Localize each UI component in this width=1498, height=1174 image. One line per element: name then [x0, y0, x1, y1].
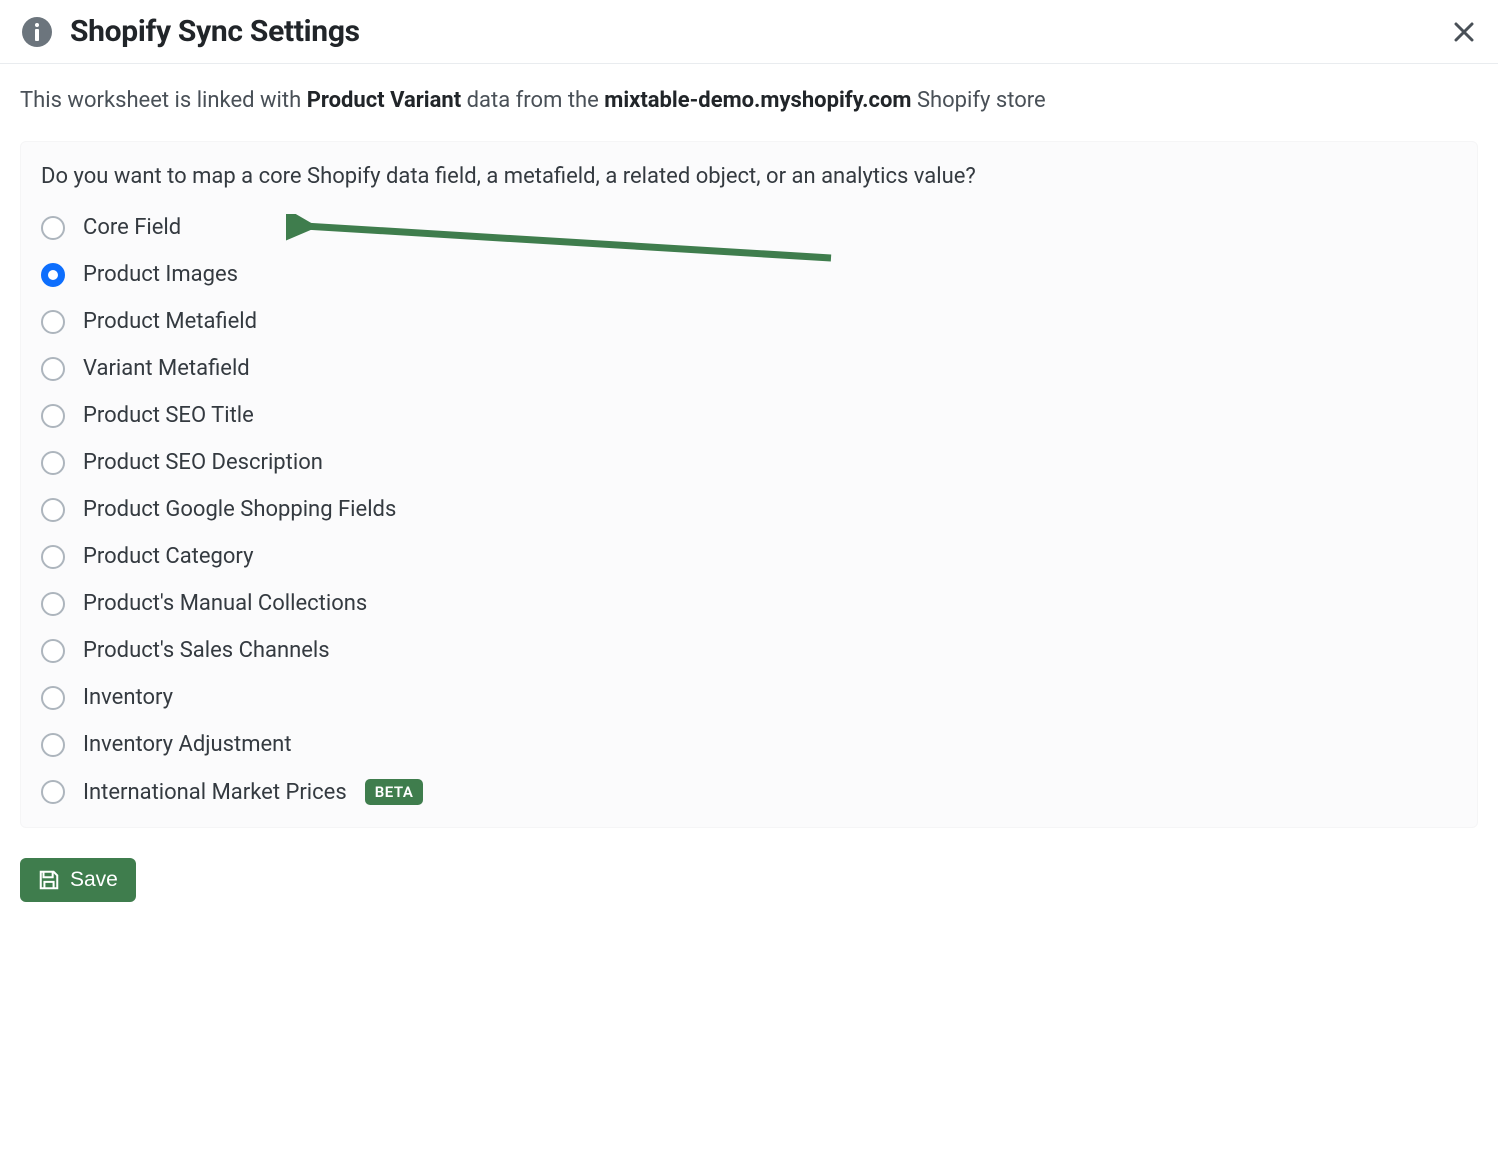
close-button[interactable]: [1450, 18, 1478, 49]
save-icon: [38, 869, 60, 891]
option-row[interactable]: Inventory: [41, 685, 1457, 710]
option-radio[interactable]: [41, 451, 65, 475]
option-label: Core Field: [83, 215, 181, 240]
options-panel: Do you want to map a core Shopify data f…: [20, 141, 1478, 828]
option-row[interactable]: Product's Sales Channels: [41, 638, 1457, 663]
option-row[interactable]: Product Metafield: [41, 309, 1457, 334]
option-row[interactable]: Product SEO Title: [41, 403, 1457, 428]
modal-title: Shopify Sync Settings: [70, 14, 360, 49]
link-description: This worksheet is linked with Product Va…: [20, 84, 1478, 117]
link-middle: data from the: [461, 88, 604, 113]
option-label: Product's Sales Channels: [83, 638, 330, 663]
option-label: International Market Prices: [83, 780, 347, 805]
option-row[interactable]: International Market Prices BETA: [41, 779, 1457, 805]
option-label: Variant Metafield: [83, 356, 250, 381]
option-radio[interactable]: [41, 780, 65, 804]
option-row[interactable]: Core Field: [41, 215, 1457, 240]
option-label: Product SEO Title: [83, 403, 254, 428]
link-store: mixtable-demo.myshopify.com: [604, 88, 911, 113]
save-label: Save: [70, 868, 118, 892]
option-label: Product SEO Description: [83, 450, 323, 475]
option-label: Product's Manual Collections: [83, 591, 367, 616]
option-label: Inventory: [83, 685, 173, 710]
option-radio[interactable]: [41, 404, 65, 428]
save-button[interactable]: Save: [20, 858, 136, 902]
option-row[interactable]: Inventory Adjustment: [41, 732, 1457, 757]
option-radio[interactable]: [41, 216, 65, 240]
option-row[interactable]: Variant Metafield: [41, 356, 1457, 381]
link-prefix: This worksheet is linked with: [20, 88, 307, 113]
option-radio[interactable]: [41, 498, 65, 522]
option-radio[interactable]: [41, 545, 65, 569]
beta-badge: BETA: [365, 779, 424, 805]
link-suffix: Shopify store: [911, 88, 1045, 113]
info-icon: [22, 17, 52, 47]
option-row[interactable]: Product SEO Description: [41, 450, 1457, 475]
option-radio[interactable]: [41, 310, 65, 334]
option-radio[interactable]: [41, 263, 65, 287]
link-data-type: Product Variant: [307, 88, 462, 113]
option-radio[interactable]: [41, 639, 65, 663]
option-row[interactable]: Product Google Shopping Fields: [41, 497, 1457, 522]
option-radio[interactable]: [41, 357, 65, 381]
option-label: Product Metafield: [83, 309, 257, 334]
modal-body: This worksheet is linked with Product Va…: [0, 64, 1498, 926]
close-icon: [1454, 22, 1474, 42]
option-label: Inventory Adjustment: [83, 732, 292, 757]
option-row[interactable]: Product Images: [41, 262, 1457, 287]
option-label: Product Category: [83, 544, 253, 569]
options-list: Core Field Product Images Product Metafiel…: [41, 215, 1457, 805]
option-label: Product Images: [83, 262, 238, 287]
option-row[interactable]: Product Category: [41, 544, 1457, 569]
modal-header: Shopify Sync Settings: [0, 0, 1498, 64]
option-label: Product Google Shopping Fields: [83, 497, 396, 522]
option-row[interactable]: Product's Manual Collections: [41, 591, 1457, 616]
option-radio[interactable]: [41, 686, 65, 710]
option-radio[interactable]: [41, 733, 65, 757]
option-radio[interactable]: [41, 592, 65, 616]
modal: Shopify Sync Settings This worksheet is …: [0, 0, 1498, 926]
panel-question: Do you want to map a core Shopify data f…: [41, 164, 1457, 189]
